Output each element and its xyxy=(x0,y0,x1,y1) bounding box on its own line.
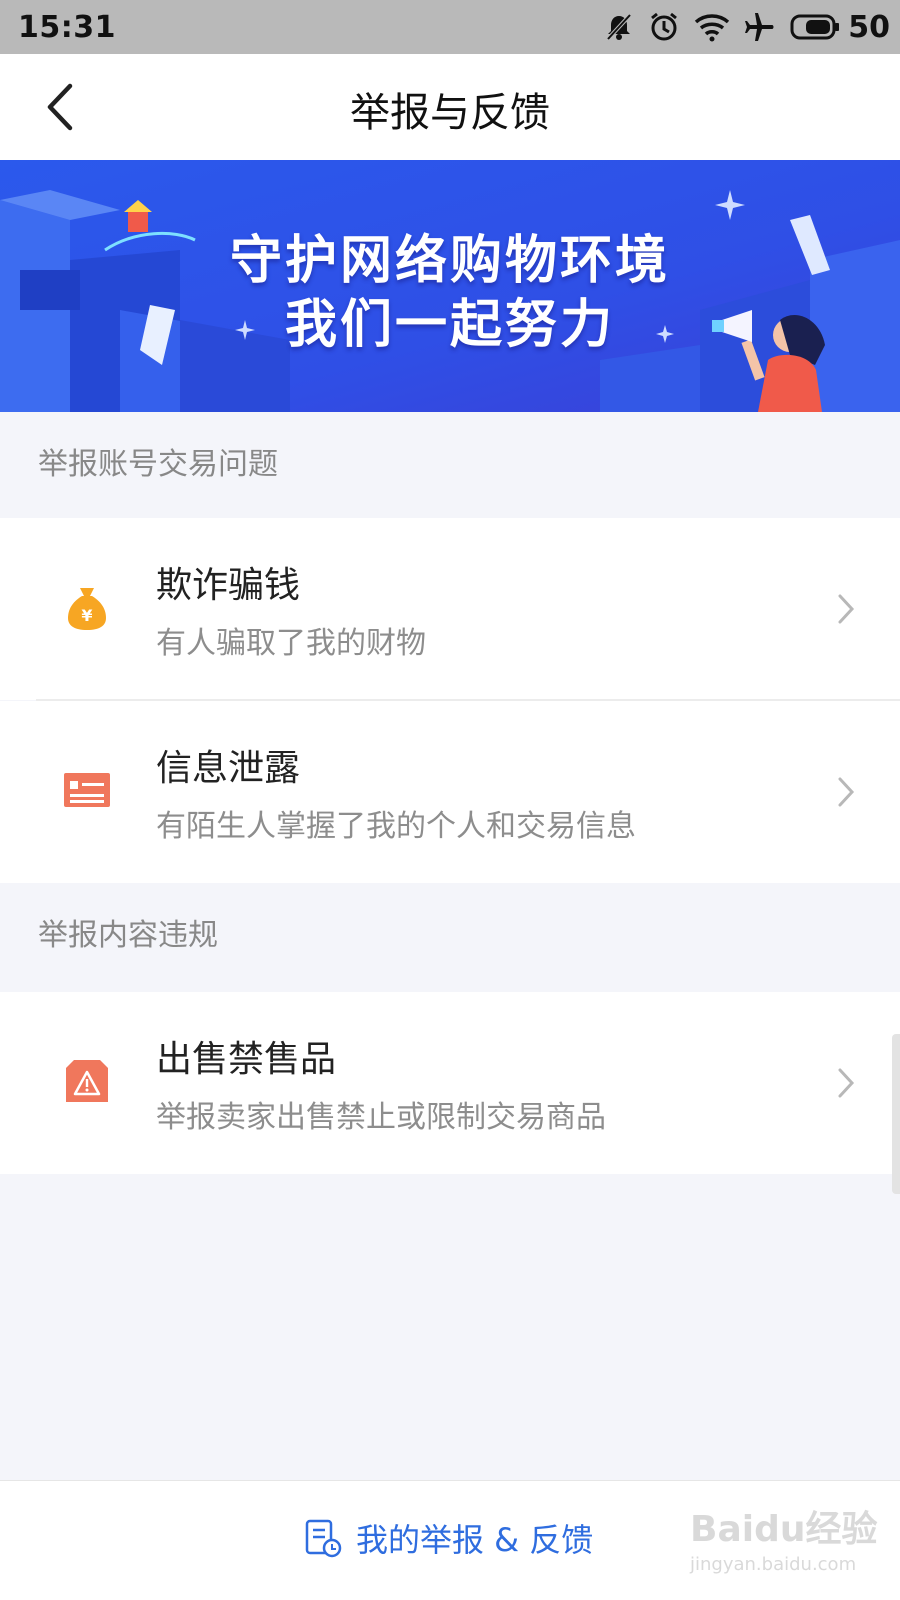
svg-text:¥: ¥ xyxy=(81,606,92,625)
status-icons: 50 xyxy=(604,6,890,48)
battery-icon xyxy=(790,14,840,40)
item-title: 信息泄露 xyxy=(156,748,301,789)
page-title: 举报与反馈 xyxy=(350,90,550,136)
watermark-url: jingyan.baidu.com xyxy=(690,1554,857,1575)
nav-bar: 举报与反馈 xyxy=(0,54,900,160)
airplane-icon xyxy=(745,13,774,41)
watermark: Baidu经验 jingyan.baidu.com xyxy=(690,1500,890,1590)
item-title: 欺诈骗钱 xyxy=(156,565,301,606)
mute-bell-icon xyxy=(606,13,632,41)
list-item-info-leak[interactable]: 信息泄露 有陌生人掌握了我的个人和交易信息 xyxy=(0,701,900,883)
item-subtitle: 举报卖家出售禁止或限制交易商品 xyxy=(156,1100,606,1135)
banner-subheadline: 我们一起努力 xyxy=(284,295,615,355)
money-bag-icon: ¥ xyxy=(68,588,106,630)
alarm-icon xyxy=(651,12,678,41)
status-time: 15:31 xyxy=(18,10,116,45)
warning-box-icon xyxy=(66,1060,108,1102)
battery-level: 50 xyxy=(848,9,890,45)
item-subtitle: 有陌生人掌握了我的个人和交易信息 xyxy=(156,809,636,844)
item-subtitle: 有人骗取了我的财物 xyxy=(156,626,426,661)
item-title: 出售禁售品 xyxy=(156,1039,337,1080)
watermark-logo: Baidu经验 xyxy=(690,1509,878,1550)
section-title-content-violation: 举报内容违规 xyxy=(0,883,900,989)
id-card-icon xyxy=(64,773,110,807)
status-bar: 15:31 50 xyxy=(0,0,900,54)
scroll-indicator[interactable] xyxy=(892,1034,900,1194)
wifi-icon xyxy=(695,14,730,42)
my-reports-link[interactable]: 我的举报 & 反馈 xyxy=(304,1515,593,1561)
report-history-icon xyxy=(305,1519,342,1558)
list-item-fraud[interactable]: ¥ 欺诈骗钱 有人骗取了我的财物 xyxy=(0,518,900,700)
section-title-account-trade: 举报账号交易问题 xyxy=(0,412,900,518)
chevron-right-icon xyxy=(838,777,855,807)
list-item-prohibited-goods[interactable]: 出售禁售品 举报卖家出售禁止或限制交易商品 xyxy=(0,992,900,1174)
chevron-right-icon xyxy=(838,594,855,624)
promo-banner: 守护网络购物环境 我们一起努力 xyxy=(0,160,900,412)
my-reports-label: 我的举报 & 反馈 xyxy=(356,1521,594,1559)
chevron-right-icon xyxy=(838,1068,855,1098)
